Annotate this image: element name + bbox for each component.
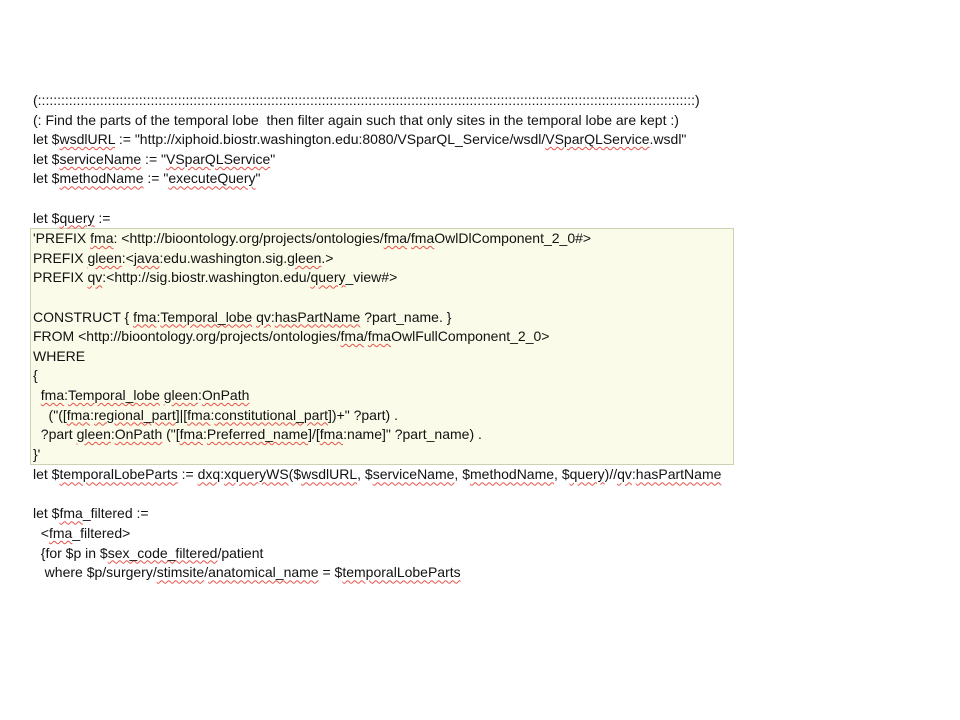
code-line: let $query := — [33, 209, 111, 226]
spellcheck-word: query — [59, 209, 95, 226]
code-line: (: Find the parts of the temporal lobe t… — [33, 111, 679, 128]
code-line: fma:Temporal_lobe gleen:OnPath — [40, 386, 250, 403]
spellcheck-word: fma — [133, 308, 157, 325]
postamble-block: let $temporalLobeParts := dxq:xqueryWS($… — [33, 465, 913, 583]
spellcheck-word: qv — [617, 466, 632, 483]
spellcheck-word: xqueryWS — [224, 466, 289, 483]
spellcheck-word: sex_code_filtered — [107, 544, 218, 561]
spellcheck-word: stimsite — [156, 564, 205, 581]
spellcheck-word: hasPartName — [274, 308, 361, 325]
spellcheck-word: wsdlURL — [301, 466, 358, 483]
spellcheck-word: fma — [340, 328, 364, 345]
spellcheck-word: serviceName — [59, 150, 142, 167]
spellcheck-word: constitutional_part — [214, 406, 329, 423]
spellcheck-word: query — [310, 269, 346, 286]
spellcheck-word: anatomical_name — [208, 564, 319, 581]
spellcheck-word: methodName — [59, 170, 144, 187]
code-line: ?part gleen:OnPath ("[fma:Preferred_name… — [33, 426, 482, 443]
code-line: (:::::::::::::::::::::::::::::::::::::::… — [33, 92, 700, 108]
code-line: ("([fma:regional_part]|[fma:constitution… — [33, 406, 398, 423]
preamble-block: (:::::::::::::::::::::::::::::::::::::::… — [33, 91, 913, 228]
spellcheck-word: gleen — [87, 249, 122, 266]
code-line: let $fma_filtered := — [33, 505, 149, 522]
spellcheck-word: Temporal_lobe — [68, 386, 160, 403]
spellcheck-word: executeQuery — [168, 170, 256, 187]
code-line: let $wsdlURL := "http://xiphoid.biostr.w… — [33, 131, 687, 148]
spellcheck-word: fma — [367, 328, 392, 345]
spellcheck-word: fma — [59, 505, 83, 522]
code-line: WHERE — [33, 347, 86, 364]
code-line: {for $p in $sex_code_filtered/patient — [33, 544, 264, 561]
xquery-document: (:::::::::::::::::::::::::::::::::::::::… — [30, 91, 913, 583]
code-line: CONSTRUCT { fma:Temporal_lobe qv:hasPart… — [33, 308, 452, 325]
code-line: }' — [33, 445, 41, 462]
spellcheck-word: fma — [179, 426, 203, 443]
spellcheck-word: regional_part — [93, 406, 176, 423]
code-line: let $temporalLobeParts := dxq:xqueryWS($… — [33, 466, 722, 483]
code-line: PREFIX qv:<http://sig.biostr.washington.… — [33, 269, 398, 286]
spellcheck-word: OnPath — [114, 426, 163, 443]
spellcheck-word: serviceName — [372, 466, 455, 483]
code-line: PREFIX gleen:<java:edu.washington.sig.gl… — [33, 249, 334, 266]
spellcheck-word: fma — [319, 426, 344, 443]
code-line: where $p/surgery/stimsite/anatomical_nam… — [33, 564, 461, 581]
spellcheck-word: Preferred_name — [206, 426, 309, 443]
code-line: 'PREFIX fma: <http://bioontology.org/pro… — [33, 230, 592, 247]
spellcheck-word: qv — [256, 308, 271, 325]
sparql-query-box: 'PREFIX fma: <http://bioontology.org/pro… — [30, 228, 734, 466]
spellcheck-word: fma — [410, 230, 435, 247]
spellcheck-word: fma — [90, 230, 114, 247]
spellcheck-word: VSparQLService — [166, 150, 271, 167]
spellcheck-word: temporalLobeParts — [342, 564, 461, 581]
spellcheck-word: fma — [40, 386, 65, 403]
code-line: { — [33, 367, 38, 384]
spellcheck-word: gleen — [287, 249, 322, 266]
spellcheck-word: wsdlURL — [59, 131, 115, 148]
code-line: let $serviceName := "VSparQLService" — [33, 150, 276, 167]
spellcheck-word: fma — [66, 406, 91, 423]
spellcheck-word: Temporal_lobe — [160, 308, 253, 325]
spellcheck-word: hasPartName — [635, 466, 722, 483]
spellcheck-word: java — [133, 249, 160, 266]
spellcheck-word: dxq — [197, 466, 221, 483]
spellcheck-word: query — [569, 466, 605, 483]
spellcheck-word: fma — [48, 525, 73, 542]
spellcheck-word: VSparQLService — [545, 131, 650, 148]
spellcheck-word: temporalLobeParts — [59, 466, 178, 483]
spellcheck-word: methodName — [470, 466, 555, 483]
spellcheck-word: gleen — [163, 386, 199, 403]
spellcheck-word: qv — [87, 269, 103, 286]
spellcheck-word: fma — [383, 230, 408, 247]
code-line: let $methodName := "executeQuery" — [33, 170, 261, 187]
spellcheck-word: OnPath — [201, 386, 250, 403]
code-line: FROM <http://bioontology.org/projects/on… — [33, 328, 550, 345]
spellcheck-word: fma — [187, 406, 211, 423]
code-line: <fma_filtered> — [33, 525, 131, 542]
spellcheck-word: gleen — [76, 426, 111, 443]
